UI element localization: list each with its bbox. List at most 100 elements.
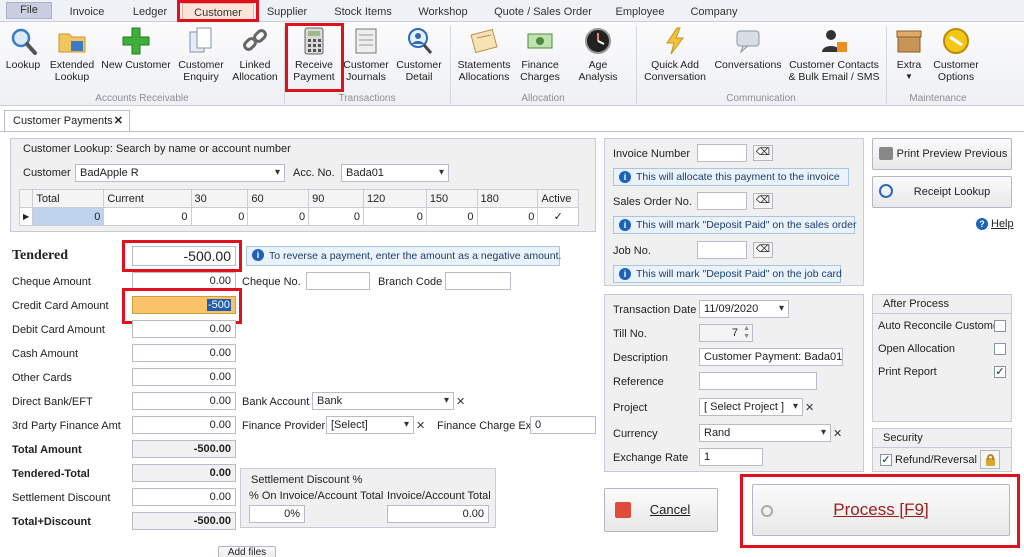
active-checkbox[interactable]: ✓ — [537, 207, 579, 226]
other-cards-input[interactable]: 0.00 — [132, 368, 236, 386]
customer-lookup-panel: Customer Lookup: Search by name or accou… — [10, 138, 596, 232]
settlement-discount-input[interactable]: 0.00 — [132, 488, 236, 506]
lookup-button[interactable]: Lookup — [4, 26, 42, 71]
tendered-input[interactable]: -500.00 — [132, 246, 236, 266]
direct-bank-eft-input[interactable]: 0.00 — [132, 392, 236, 410]
currency-select[interactable]: Rand — [699, 424, 831, 442]
acc-no-select[interactable]: Bada01 — [341, 164, 449, 182]
receipt-lookup-button[interactable]: Receipt Lookup — [872, 176, 1012, 208]
description-input[interactable]: Customer Payment: Bada01 — [699, 348, 843, 366]
transaction-date-input[interactable]: 11/09/2020 — [699, 300, 789, 318]
clear-bank-account-icon[interactable]: ✕ — [456, 395, 465, 408]
exchange-rate-input[interactable]: 1 — [699, 448, 763, 466]
credit-card-amount-input[interactable]: -500 — [132, 296, 236, 314]
new-customer-button[interactable]: New Customer — [100, 26, 172, 71]
invoice-number-input[interactable] — [697, 144, 747, 162]
branch-code-input[interactable] — [445, 272, 511, 290]
customer-detail-button[interactable]: Customer Detail — [394, 26, 444, 83]
clear-sales-order-icon[interactable]: ⌫ — [753, 193, 773, 209]
linked-allocation-button[interactable]: Linked Allocation — [230, 26, 280, 83]
quick-add-conversation-button[interactable]: Quick Add Conversation — [642, 26, 708, 83]
debit-card-amount-input[interactable]: 0.00 — [132, 320, 236, 338]
close-icon[interactable]: ✕ — [114, 111, 123, 131]
box-icon — [894, 26, 924, 56]
speech-bubble-icon — [733, 26, 763, 56]
lightning-icon — [660, 26, 690, 56]
cheque-no-input[interactable] — [306, 272, 370, 290]
clear-finance-provider-icon[interactable]: ✕ — [416, 419, 425, 432]
grid-header: 90 — [308, 189, 364, 208]
print-preview-previous-button[interactable]: Print Preview Previous — [872, 138, 1012, 170]
bank-account-select[interactable]: Bank — [312, 392, 454, 410]
customer-enquiry-button[interactable]: Customer Enquiry — [176, 26, 226, 83]
open-allocation-checkbox[interactable] — [994, 343, 1006, 355]
extended-lookup-button[interactable]: Extended Lookup — [48, 26, 96, 83]
grid-header: 60 — [247, 189, 310, 208]
tab-invoice[interactable]: Invoice — [62, 3, 112, 22]
tab-company[interactable]: Company — [684, 3, 744, 22]
table-row[interactable]: ▶ 0 0 0 0 0 0 0 0 ✓ — [18, 207, 579, 226]
job-no-label: Job No. — [613, 245, 651, 257]
clear-job-no-icon[interactable]: ⌫ — [753, 242, 773, 258]
transaction-date-label: Transaction Date — [613, 304, 697, 316]
statements-allocations-button[interactable]: Statements Allocations — [456, 26, 512, 83]
customer-journals-button[interactable]: Customer Journals — [342, 26, 390, 83]
auto-reconcile-checkbox[interactable] — [994, 320, 1006, 332]
money-icon — [525, 26, 555, 56]
conversations-button[interactable]: Conversations — [712, 26, 784, 71]
third-party-finance-input[interactable]: 0.00 — [132, 416, 236, 434]
clear-project-icon[interactable]: ✕ — [805, 401, 814, 414]
project-select[interactable]: [ Select Project ] — [699, 398, 803, 416]
third-party-finance-label: 3rd Party Finance Amt — [12, 420, 121, 432]
tab-ledger[interactable]: Ledger — [125, 3, 175, 22]
till-no-label: Till No. — [613, 328, 647, 340]
receive-payment-button[interactable]: Receive Payment — [290, 26, 338, 83]
cheque-amount-input[interactable]: 0.00 — [132, 272, 236, 290]
aging-grid: Total Current 30 60 90 120 150 180 Activ… — [18, 189, 579, 226]
help-link[interactable]: ? Help — [976, 218, 1014, 230]
settlement-amount-input[interactable]: 0.00 — [387, 505, 489, 523]
customer-options-button[interactable]: Customer Options — [930, 26, 982, 83]
description-label: Description — [613, 352, 669, 364]
grid-cell: 0 — [308, 207, 364, 226]
lock-icon[interactable] — [980, 450, 1000, 469]
extra-button[interactable]: Extra ▼ — [892, 26, 926, 83]
cash-amount-input[interactable]: 0.00 — [132, 344, 236, 362]
documents-icon — [186, 26, 216, 56]
finance-charge-excl-label: Finance Charge Excl — [437, 420, 540, 432]
job-no-input[interactable] — [697, 241, 747, 259]
settlement-pct-input[interactable]: 0% — [249, 505, 305, 523]
refund-reversal-checkbox[interactable]: ✓ — [880, 454, 892, 466]
reference-input[interactable] — [699, 372, 817, 390]
customer-select[interactable]: BadApple R — [75, 164, 285, 182]
invoice-number-label: Invoice Number — [613, 148, 691, 160]
tab-employee[interactable]: Employee — [610, 3, 670, 22]
tab-quote-sales-order[interactable]: Quote / Sales Order — [490, 3, 596, 22]
total-discount-label: Total+Discount — [12, 516, 91, 528]
cancel-button[interactable]: Cancel — [604, 488, 718, 532]
clear-currency-icon[interactable]: ✕ — [833, 427, 842, 440]
clear-invoice-icon[interactable]: ⌫ — [753, 145, 773, 161]
green-plus-icon — [121, 26, 151, 56]
tab-workshop[interactable]: Workshop — [412, 3, 474, 22]
project-label: Project — [613, 402, 648, 414]
finance-charge-excl-input[interactable]: 0 — [530, 416, 596, 434]
sales-order-input[interactable] — [697, 192, 747, 210]
tab-stock-items[interactable]: Stock Items — [328, 3, 398, 22]
finance-charges-button[interactable]: Finance Charges — [516, 26, 564, 83]
tab-supplier[interactable]: Supplier — [262, 3, 312, 22]
tab-file[interactable]: File — [6, 2, 52, 19]
help-icon: ? — [976, 218, 988, 230]
group-allocation: Allocation — [521, 93, 565, 104]
process-button[interactable]: Process [F9] — [752, 484, 1010, 536]
age-analysis-button[interactable]: Age Analysis — [568, 26, 628, 83]
customer-contacts-button[interactable]: Customer Contacts & Bulk Email / SMS — [788, 26, 880, 83]
refund-reversal-label: Refund/Reversal — [895, 454, 977, 466]
finance-provider-select[interactable]: [Select] — [326, 416, 414, 434]
print-report-checkbox[interactable]: ✓ — [994, 366, 1006, 378]
tab-customer-payments[interactable]: Customer Payments ✕ — [4, 110, 130, 132]
add-files-button[interactable]: Add files — [218, 546, 276, 557]
tab-customer[interactable]: Customer — [182, 3, 254, 22]
grid-corner — [18, 189, 34, 208]
till-no-stepper[interactable]: 7 ▲ ▼ — [699, 324, 753, 342]
